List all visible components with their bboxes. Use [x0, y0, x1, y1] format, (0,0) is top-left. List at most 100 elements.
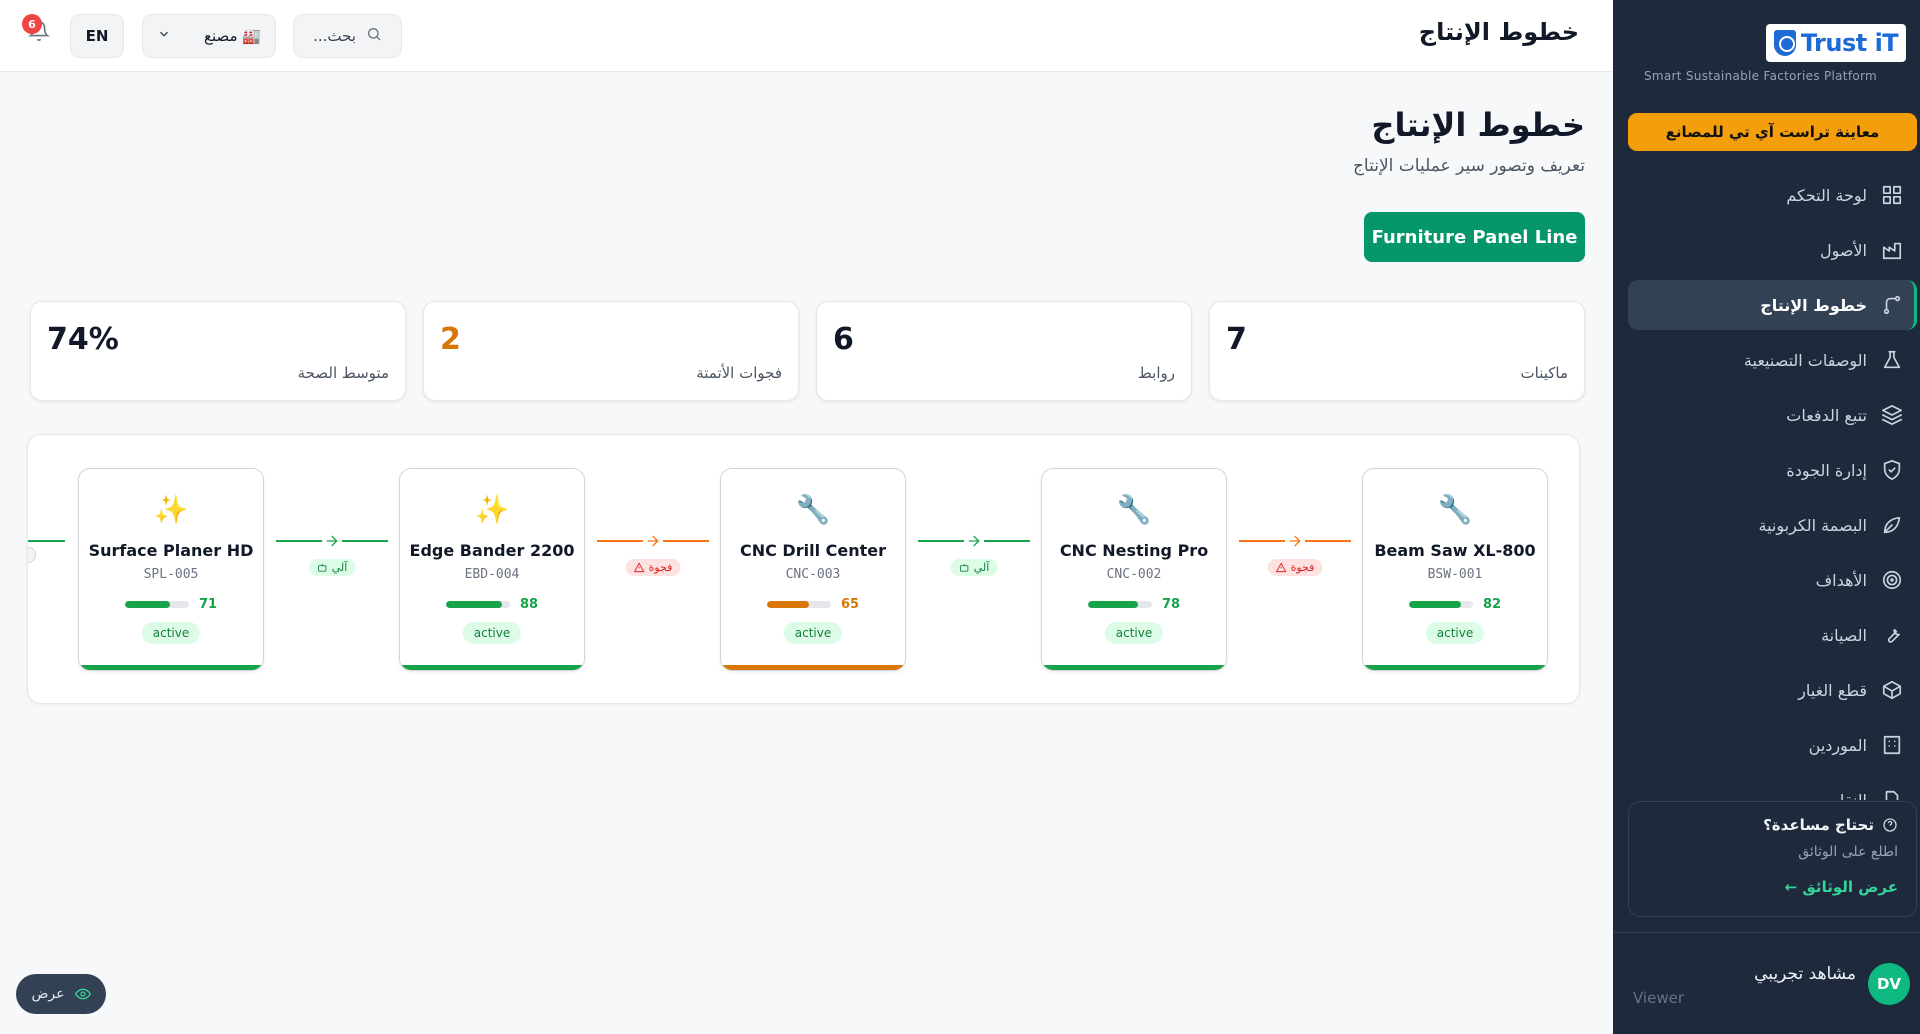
machine-code: CNC-002 — [1106, 567, 1162, 582]
sidebar-item-label: قطع الغيار — [1798, 680, 1867, 700]
health-bar — [766, 601, 831, 608]
health-bar — [1087, 601, 1152, 608]
connection-label: فجوة — [648, 561, 673, 574]
health-bar-fill — [1087, 601, 1138, 608]
stat-label: متوسط الصحة — [297, 364, 389, 382]
sidebar-item-label: لوحة التحكم — [1786, 185, 1867, 205]
sidebar-item-label: الأصول — [1819, 240, 1867, 260]
stat-value: 74% — [47, 322, 119, 357]
notification-badge: 6 — [22, 14, 42, 34]
machine-card[interactable]: ✨ Edge Bander 2200 EBD-004 88 active — [399, 468, 585, 671]
factory-icon — [1881, 239, 1903, 261]
status-bar — [79, 665, 263, 670]
status-bar — [1042, 665, 1226, 670]
sidebar-item-transport[interactable]: النقل — [1628, 775, 1917, 800]
machine-health: 82 — [1363, 597, 1547, 612]
machine-card[interactable]: ✨ Surface Planer HD SPL-005 71 active — [78, 468, 264, 671]
user-name: مشاهد تجريبي — [1754, 964, 1856, 984]
connection-label: آلي — [331, 561, 348, 574]
machine-card[interactable]: 🔧 CNC Drill Center CNC-003 65 active — [720, 468, 906, 671]
file-icon — [1881, 789, 1903, 800]
machine-name: CNC Drill Center — [739, 541, 886, 560]
chevron-down-icon — [157, 27, 171, 45]
health-value: 88 — [519, 597, 539, 612]
sidebar-item-label: الوصفات التصنيعية — [1743, 350, 1867, 370]
sidebar-item-label: الأهداف — [1815, 570, 1867, 590]
view-toggle-button[interactable]: عرض — [16, 974, 106, 1014]
connection-badge: آلي — [950, 559, 998, 576]
machine-code: EBD-004 — [464, 567, 520, 582]
eye-icon — [74, 988, 91, 1000]
production-flow: ✨ Surface Planer HD SPL-005 71 active آل… — [27, 434, 1580, 704]
connection-badge: فجوة — [1267, 559, 1323, 576]
arrow-right-icon — [1285, 531, 1305, 551]
machine-card[interactable]: 🔧 CNC Nesting Pro CNC-002 78 active — [1041, 468, 1227, 671]
stat-value: 6 — [833, 322, 854, 357]
sparkles-icon: ✨ — [474, 493, 510, 526]
machine-name: CNC Nesting Pro — [1059, 541, 1209, 560]
sidebar: Trust iT Smart Sustainable Factories Pla… — [1613, 0, 1920, 1034]
sparkles-icon: ✨ — [153, 493, 189, 526]
flask-icon — [1881, 349, 1903, 371]
scroll-handle[interactable] — [28, 547, 36, 563]
stat-label: فجوات الأتمتة — [696, 364, 782, 382]
sidebar-item-quality[interactable]: إدارة الجودة — [1628, 445, 1917, 495]
warning-icon — [1275, 562, 1287, 573]
stat-label: روابط — [1137, 364, 1175, 382]
help-title-text: تحتاج مساعدة؟ — [1763, 816, 1874, 834]
docs-link[interactable]: عرض الوثائق ← — [1647, 878, 1898, 896]
health-value: 71 — [198, 597, 218, 612]
sidebar-item-label: إدارة الجودة — [1786, 460, 1867, 480]
page-title: خطوط الإنتاج — [1371, 106, 1585, 144]
demo-button[interactable]: معاينة تراست آي تي للمصانع — [1628, 113, 1917, 151]
sidebar-item-dashboard[interactable]: لوحة التحكم — [1628, 170, 1917, 220]
machine-health: 71 — [79, 597, 263, 612]
machine-health: 88 — [400, 597, 584, 612]
health-bar — [1408, 601, 1473, 608]
sidebar-item-maintenance[interactable]: الصيانة — [1628, 610, 1917, 660]
arrow-right-icon — [964, 531, 984, 551]
connection: آلي — [918, 531, 1030, 581]
layers-icon — [1881, 404, 1903, 426]
wrench-icon: 🔧 — [1116, 493, 1152, 526]
connection-label: آلي — [973, 561, 990, 574]
help-circle-icon — [1883, 818, 1897, 832]
sidebar-item-label: الصيانة — [1821, 625, 1867, 645]
help-title: تحتاج مساعدة؟ — [1647, 816, 1898, 834]
production-line-button[interactable]: Furniture Panel Line — [1364, 212, 1585, 262]
user-role: Viewer — [1633, 989, 1684, 1007]
help-card: تحتاج مساعدة؟ اطلع على الوثائق عرض الوثا… — [1628, 801, 1917, 917]
search-input[interactable]: بحث... — [293, 14, 402, 58]
connection-line — [28, 540, 65, 542]
sidebar-item-recipes[interactable]: الوصفات التصنيعية — [1628, 335, 1917, 385]
status-bar — [721, 665, 905, 670]
connection-badge: فجوة — [625, 559, 681, 576]
health-value: 78 — [1161, 597, 1181, 612]
sidebar-item-spare-parts[interactable]: قطع الغيار — [1628, 665, 1917, 715]
machine-card[interactable]: 🔧 Beam Saw XL-800 BSW-001 82 active — [1362, 468, 1548, 671]
sidebar-item-label: النقل — [1832, 790, 1867, 801]
sidebar-item-suppliers[interactable]: الموردين — [1628, 720, 1917, 770]
stat-label: ماكينات — [1520, 364, 1569, 382]
shield-logo-icon — [1773, 30, 1796, 56]
sidebar-nav: لوحة التحكم الأصول خطوط الإنتاج الوصفات … — [1613, 170, 1920, 800]
avatar[interactable]: DV — [1868, 963, 1910, 1005]
sidebar-item-goals[interactable]: الأهداف — [1628, 555, 1917, 605]
language-button[interactable]: EN — [70, 14, 124, 58]
health-bar-fill — [1408, 601, 1462, 608]
sidebar-item-production-lines[interactable]: خطوط الإنتاج — [1628, 280, 1917, 330]
stat-card-avg-health: 74% متوسط الصحة — [30, 301, 406, 401]
factory-select[interactable]: 🏭 مصنع — [142, 14, 276, 58]
header-title: خطوط الإنتاج — [1418, 18, 1579, 46]
stat-card-automation-gaps: 2 فجوات الأتمتة — [423, 301, 799, 401]
status-badge: active — [1104, 622, 1164, 644]
sidebar-item-batch-tracking[interactable]: تتبع الدفعات — [1628, 390, 1917, 440]
bot-icon — [960, 563, 969, 572]
divider — [1613, 932, 1920, 933]
stat-card-machines: 7 ماكينات — [1209, 301, 1585, 401]
health-bar — [445, 601, 510, 608]
sidebar-item-carbon[interactable]: البصمة الكربونية — [1628, 500, 1917, 550]
route-icon — [1881, 294, 1903, 316]
sidebar-item-assets[interactable]: الأصول — [1628, 225, 1917, 275]
arrow-right-icon — [322, 531, 342, 551]
